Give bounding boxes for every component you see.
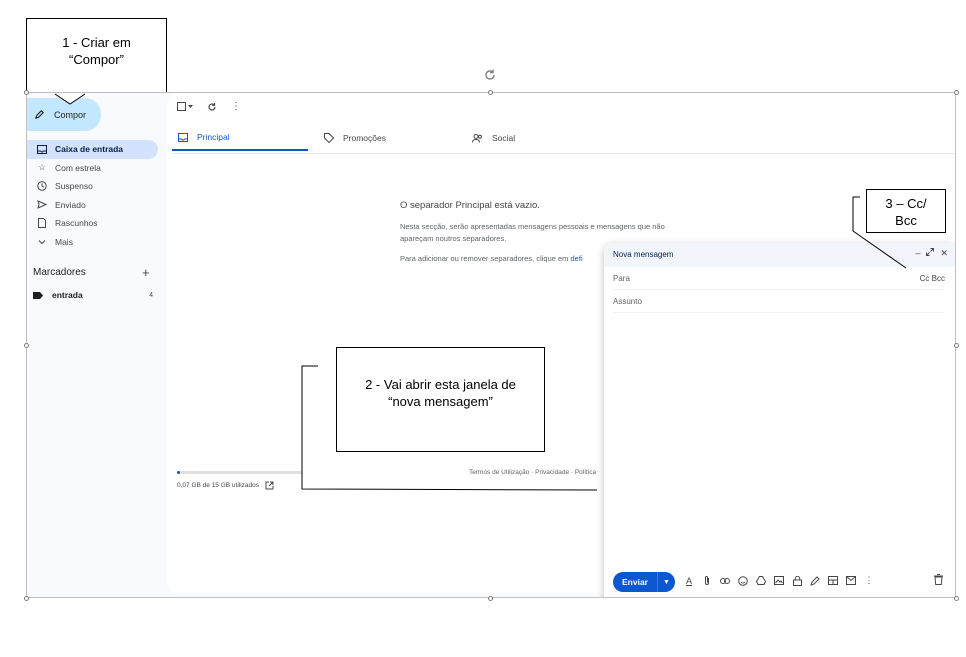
callout-2-line1: 2 - Vai abrir esta janela de [365, 377, 516, 392]
callout-cc-bcc: 3 – Cc/ Bcc [866, 189, 946, 233]
callout-connectors [54, 93, 907, 491]
callout-3-line1: 3 – Cc/ [885, 196, 927, 211]
callout-2-line2: “nova mensagem” [388, 394, 493, 409]
callout-3-line2: Bcc [895, 213, 917, 228]
callout-nova-mensagem: 2 - Vai abrir esta janela de “nova mensa… [336, 347, 545, 452]
callout-1-pointer [54, 93, 86, 105]
